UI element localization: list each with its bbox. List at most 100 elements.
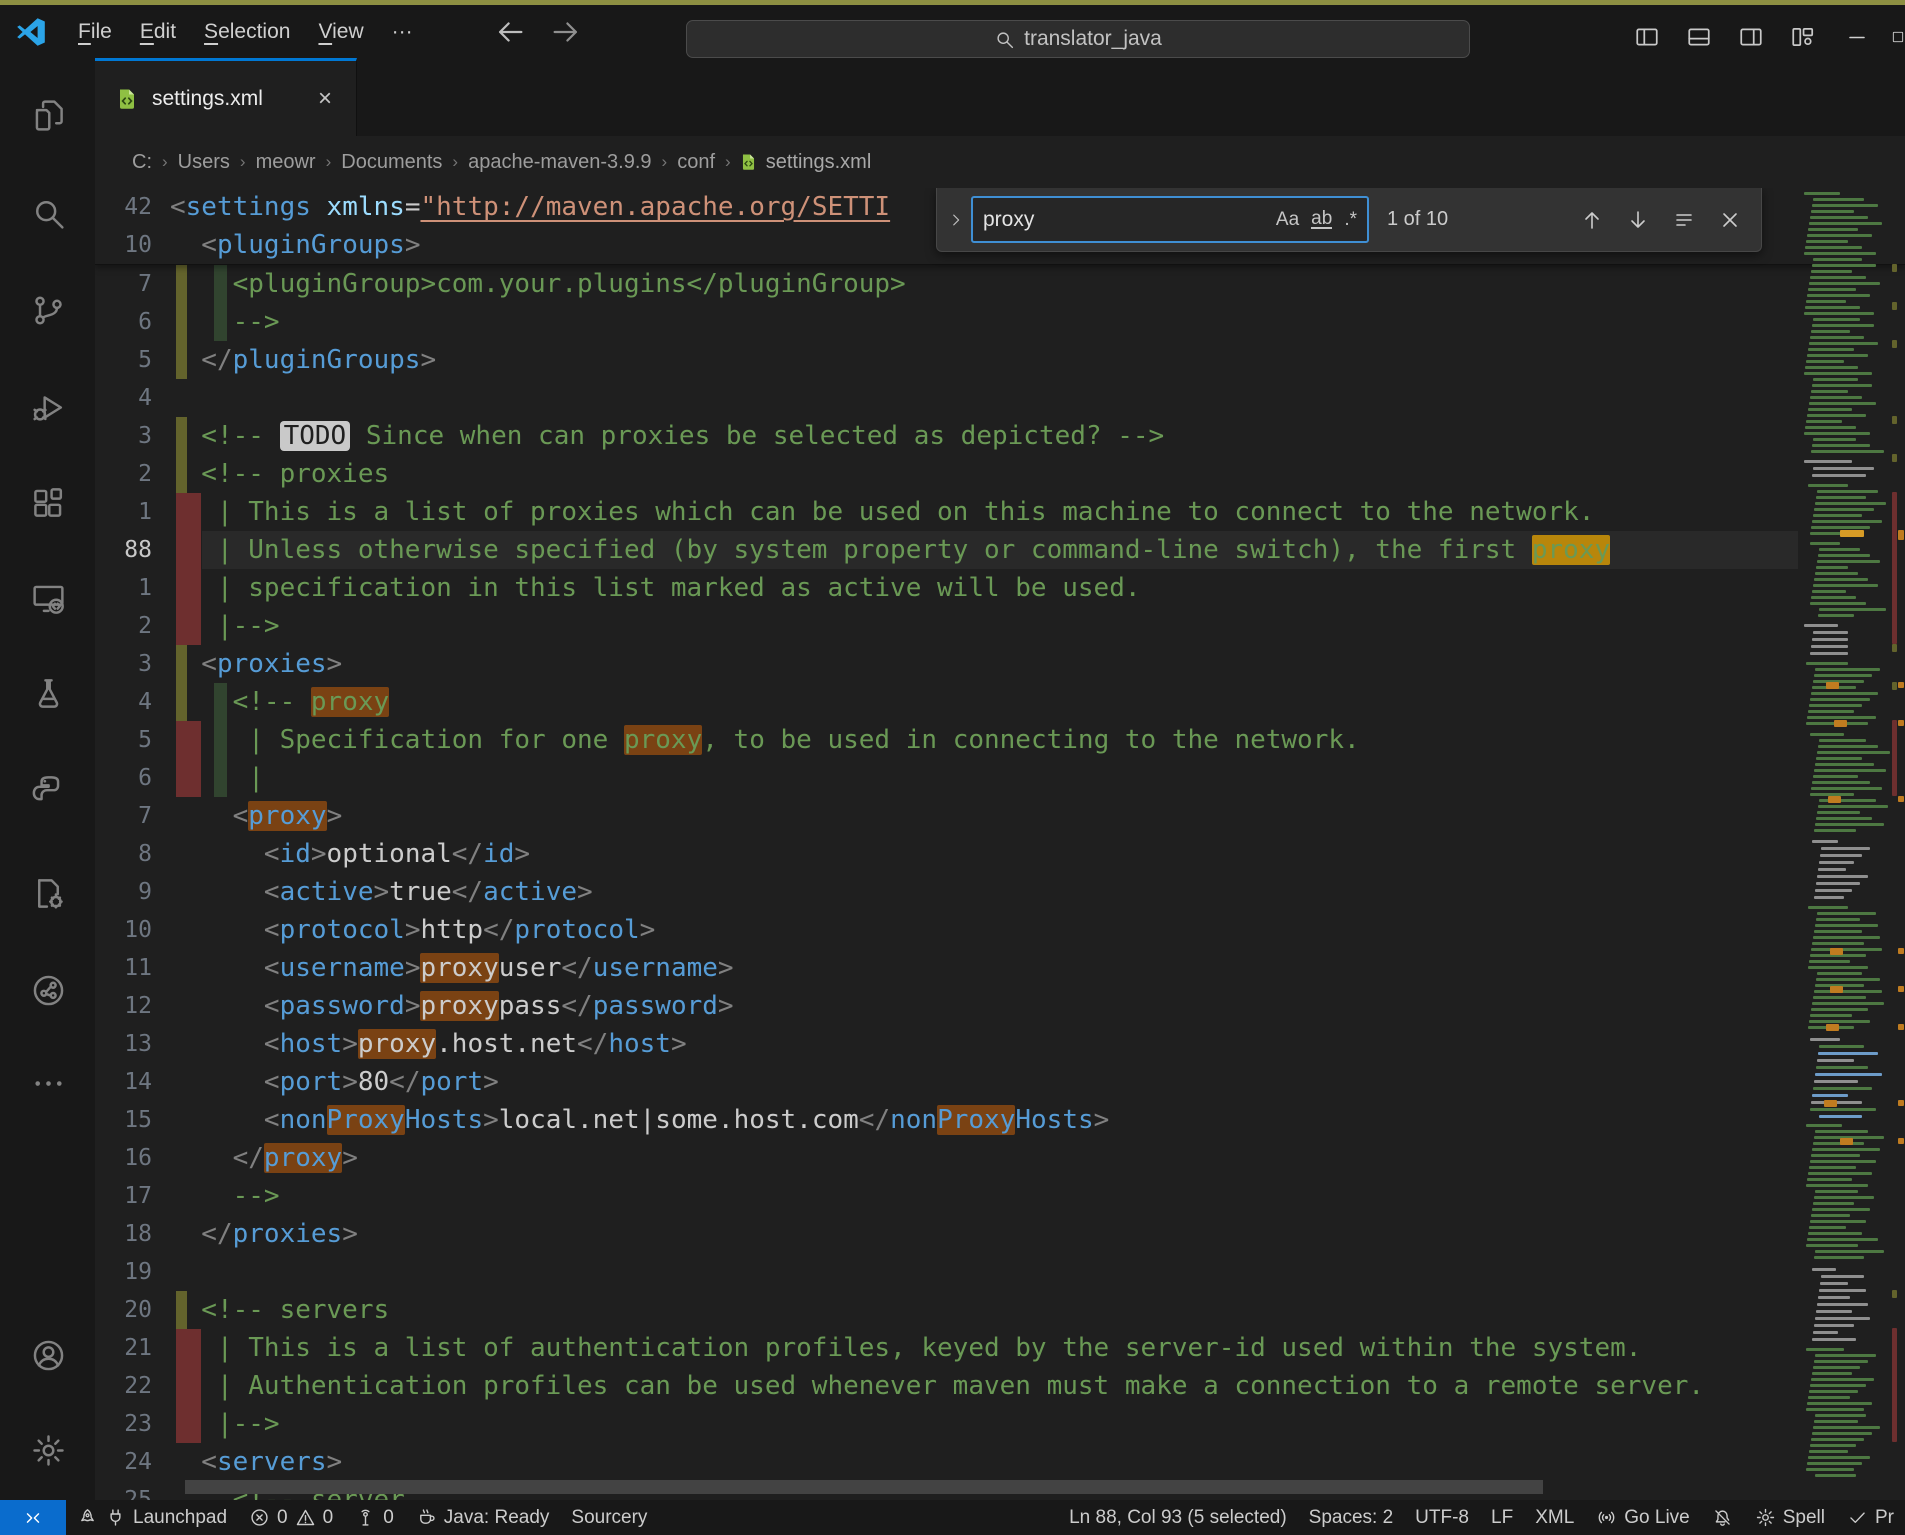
menu-view[interactable]: View bbox=[304, 14, 377, 50]
activity-extensions-icon[interactable] bbox=[24, 478, 72, 526]
status-java-status[interactable]: Java: Ready bbox=[405, 1500, 561, 1535]
status-eol[interactable]: LF bbox=[1480, 1500, 1524, 1535]
code-line[interactable]: 13 <host>proxy.host.net</host> bbox=[95, 1025, 1905, 1063]
menu-edit[interactable]: Edit bbox=[126, 14, 190, 50]
code-line[interactable]: 17 --> bbox=[95, 1177, 1905, 1215]
minimap[interactable] bbox=[1800, 188, 1893, 1500]
activity-python-icon[interactable] bbox=[24, 766, 72, 814]
code-line[interactable]: 22 | Authentication profiles can be used… bbox=[95, 1367, 1905, 1405]
command-center-search[interactable]: translator_java bbox=[686, 20, 1470, 58]
status-cursor-position[interactable]: Ln 88, Col 93 (5 selected) bbox=[1058, 1500, 1298, 1535]
status-spell-checker[interactable]: Spell bbox=[1744, 1500, 1836, 1535]
menu-file[interactable]: File bbox=[64, 14, 126, 50]
status-problems[interactable]: 00 bbox=[238, 1500, 344, 1535]
menu-overflow[interactable]: ··· bbox=[378, 14, 427, 50]
find-in-selection-icon[interactable] bbox=[1661, 199, 1707, 241]
status-encoding[interactable]: UTF-8 bbox=[1404, 1500, 1480, 1535]
activity-cmake-tools-icon[interactable] bbox=[24, 869, 72, 917]
editor[interactable]: 42<settings xmlns="http://maven.apache.o… bbox=[95, 188, 1905, 1500]
line-content: <id>optional</id> bbox=[170, 835, 530, 873]
code-line[interactable]: 12 <password>proxypass</password> bbox=[95, 987, 1905, 1025]
toggle-panel-icon[interactable] bbox=[1673, 17, 1725, 57]
breadcrumb-item[interactable]: C: bbox=[130, 149, 154, 176]
code-line[interactable]: 16 </proxy> bbox=[95, 1139, 1905, 1177]
close-tab-icon[interactable]: × bbox=[310, 84, 340, 114]
code-line[interactable]: 88 | Unless otherwise specified (by syst… bbox=[95, 531, 1905, 569]
code-line[interactable]: 8 <id>optional</id> bbox=[95, 835, 1905, 873]
code-line[interactable]: 7 <proxy> bbox=[95, 797, 1905, 835]
breadcrumb-item[interactable]: Users bbox=[176, 149, 232, 176]
status-prettier[interactable]: Pr bbox=[1836, 1500, 1905, 1535]
code-line[interactable]: 9 <active>true</active> bbox=[95, 873, 1905, 911]
activity-manage-icon[interactable] bbox=[24, 1426, 72, 1474]
minimap-line bbox=[1814, 1256, 1864, 1259]
regex-icon[interactable]: .* bbox=[1344, 209, 1357, 231]
breadcrumb-item[interactable]: apache-maven-3.9.9 bbox=[466, 149, 653, 176]
breadcrumb-item[interactable]: conf bbox=[675, 149, 717, 176]
code-line[interactable]: 21 | This is a list of authentication pr… bbox=[95, 1329, 1905, 1367]
activity-more-views-icon[interactable] bbox=[24, 1059, 72, 1107]
code-line[interactable]: 1 | specification in this list marked as… bbox=[95, 569, 1905, 607]
code-line[interactable]: 24 <servers> bbox=[95, 1443, 1905, 1481]
code-line[interactable]: 2 <!-- proxies bbox=[95, 455, 1905, 493]
activity-source-control-icon[interactable] bbox=[24, 286, 72, 334]
activity-search-icon[interactable] bbox=[24, 189, 72, 237]
activity-run-and-debug-icon[interactable] bbox=[24, 383, 72, 431]
find-input[interactable] bbox=[983, 208, 1264, 232]
minimap-line bbox=[1809, 342, 1878, 345]
tab-settings-xml[interactable]: settings.xml × bbox=[95, 58, 357, 136]
match-case-icon[interactable]: Aa bbox=[1276, 209, 1299, 231]
code-line[interactable]: 23 |--> bbox=[95, 1405, 1905, 1443]
activity-project-manager-icon[interactable] bbox=[24, 966, 72, 1014]
activity-remote-explorer-icon[interactable] bbox=[24, 574, 72, 622]
status-launchpad[interactable]: Launchpad bbox=[66, 1500, 238, 1535]
code-line[interactable]: 4 <!-- proxy bbox=[95, 683, 1905, 721]
code-line[interactable]: 3 <proxies> bbox=[95, 645, 1905, 683]
activity-explorer-icon[interactable] bbox=[24, 91, 72, 139]
code-line[interactable]: 11 <username>proxyuser</username> bbox=[95, 949, 1905, 987]
breadcrumb-file[interactable]: settings.xml bbox=[739, 151, 872, 174]
go-back-icon[interactable] bbox=[493, 15, 527, 49]
breadcrumb-item[interactable]: Documents bbox=[339, 149, 444, 176]
status-indentation[interactable]: Spaces: 2 bbox=[1298, 1500, 1405, 1535]
customize-layout-icon[interactable] bbox=[1777, 17, 1829, 57]
code-line[interactable]: 6 | bbox=[95, 759, 1905, 797]
code-line[interactable]: 19 bbox=[95, 1253, 1905, 1291]
status-go-live[interactable]: Go Live bbox=[1585, 1500, 1700, 1535]
code-line[interactable]: 3 <!-- TODO Since when can proxies be se… bbox=[95, 417, 1905, 455]
status-language-mode[interactable]: XML bbox=[1524, 1500, 1585, 1535]
minimap-line bbox=[1813, 584, 1878, 587]
remote-indicator[interactable] bbox=[0, 1500, 66, 1535]
activity-accounts-icon[interactable] bbox=[24, 1331, 72, 1379]
go-forward-icon[interactable] bbox=[549, 15, 583, 49]
code-line[interactable]: 18 </proxies> bbox=[95, 1215, 1905, 1253]
activity-testing-icon[interactable] bbox=[24, 669, 72, 717]
status-notifications-muted[interactable] bbox=[1701, 1500, 1744, 1535]
maximize-window-icon[interactable] bbox=[1885, 10, 1905, 63]
toggle-sidebar-icon[interactable] bbox=[1621, 17, 1673, 57]
code-line[interactable]: 14 <port>80</port> bbox=[95, 1063, 1905, 1101]
toggle-secondary-sidebar-icon[interactable] bbox=[1725, 17, 1777, 57]
code-line[interactable]: 4 bbox=[95, 379, 1905, 417]
code-line[interactable]: 2 |--> bbox=[95, 607, 1905, 645]
next-match-icon[interactable] bbox=[1615, 199, 1661, 241]
code-line[interactable]: 6 --> bbox=[95, 303, 1905, 341]
minimap-line bbox=[1814, 1324, 1854, 1327]
whole-word-icon[interactable]: ab bbox=[1311, 210, 1332, 229]
breadcrumb-item[interactable]: meowr bbox=[254, 149, 318, 176]
minimize-window-icon[interactable] bbox=[1829, 10, 1885, 63]
code-line[interactable]: 1 | This is a list of proxies which can … bbox=[95, 493, 1905, 531]
menu-selection[interactable]: Selection bbox=[190, 14, 304, 50]
close-find-icon[interactable] bbox=[1707, 199, 1753, 241]
code-line[interactable]: 20 <!-- servers bbox=[95, 1291, 1905, 1329]
code-line[interactable]: 5 | Specification for one proxy, to be u… bbox=[95, 721, 1905, 759]
status-ports[interactable]: 0 bbox=[344, 1500, 405, 1535]
status-sourcery[interactable]: Sourcery bbox=[560, 1500, 658, 1535]
toggle-replace-icon[interactable] bbox=[941, 188, 971, 251]
code-line[interactable]: 15 <nonProxyHosts>local.net|some.host.co… bbox=[95, 1101, 1905, 1139]
previous-match-icon[interactable] bbox=[1569, 199, 1615, 241]
horizontal-scrollbar[interactable] bbox=[185, 1480, 1543, 1494]
code-line[interactable]: 10 <protocol>http</protocol> bbox=[95, 911, 1905, 949]
code-line[interactable]: 5 </pluginGroups> bbox=[95, 341, 1905, 379]
code-line[interactable]: 7 <pluginGroup>com.your.plugins</pluginG… bbox=[95, 265, 1905, 303]
